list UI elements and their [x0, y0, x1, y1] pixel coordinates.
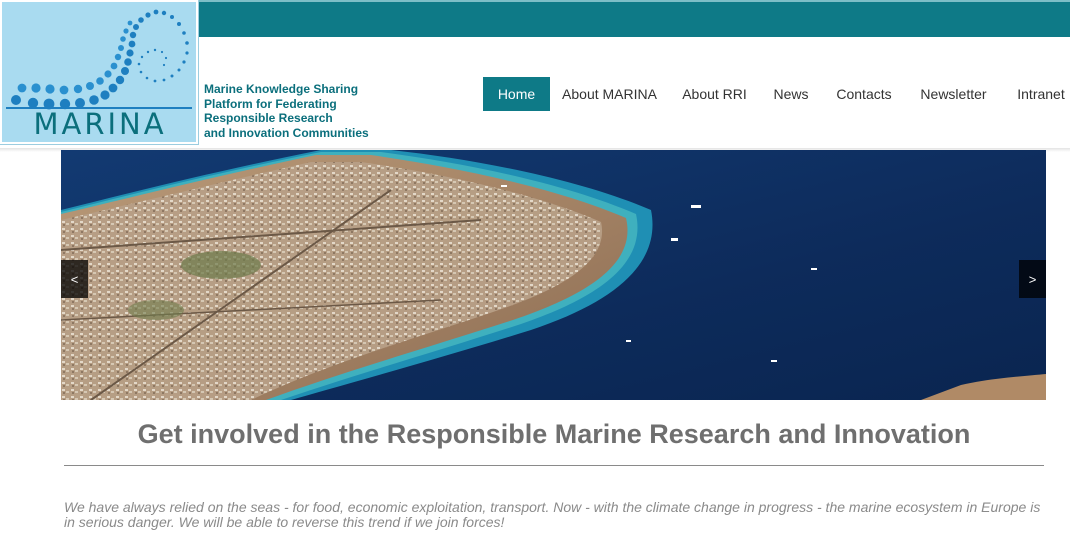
nav-news[interactable]: News	[766, 77, 816, 111]
coastline-aerial-image	[61, 150, 1046, 400]
tagline-line-1: Marine Knowledge Sharing	[204, 82, 359, 96]
headline-divider	[64, 465, 1044, 466]
slider-next-button[interactable]: >	[1019, 260, 1046, 298]
tagline-line-4: and Innovation Communities	[204, 125, 369, 140]
marina-logo[interactable]: MARINA	[0, 0, 199, 145]
nav-about-rri[interactable]: About RRI	[676, 77, 753, 111]
nav-newsletter[interactable]: Newsletter	[912, 77, 995, 111]
tagline-line-2: Platform for Federating	[204, 96, 337, 111]
nav-about-marina[interactable]: About MARINA	[558, 77, 661, 111]
nav-intranet[interactable]: Intranet	[1008, 77, 1070, 111]
page-headline: Get involved in the Responsible Marine R…	[137, 419, 971, 449]
logo-wordmark: MARINA	[33, 107, 167, 141]
intro-paragraph: We have always relied on the seas - for …	[64, 499, 1041, 530]
logo-tagline: Marine Knowledge Sharing Platform for Fe…	[204, 82, 394, 140]
nav-contacts[interactable]: Contacts	[830, 77, 898, 111]
nav-home[interactable]: Home	[483, 77, 550, 111]
hero-slider[interactable]	[61, 150, 1046, 400]
tagline-line-3: Responsible Research	[204, 111, 333, 125]
slider-prev-button[interactable]: <	[61, 260, 88, 298]
